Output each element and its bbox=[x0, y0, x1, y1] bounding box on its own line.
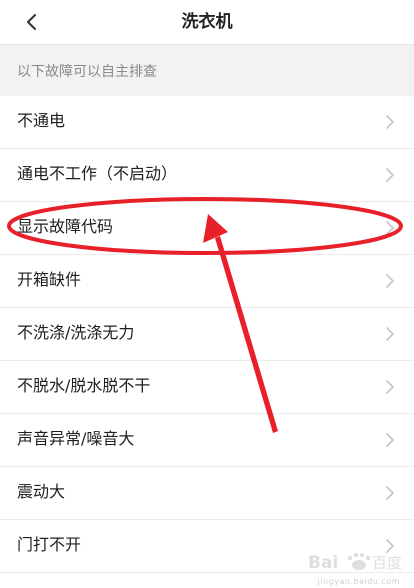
list-item-vibration[interactable]: 震动大 bbox=[0, 467, 414, 520]
list-item-label: 门打不开 bbox=[17, 535, 82, 554]
list-item-missing-parts[interactable]: 开箱缺件 bbox=[0, 255, 414, 308]
list-item-error-code[interactable]: 显示故障代码 bbox=[0, 202, 414, 255]
list-item-no-spin[interactable]: 不脱水/脱水脱不干 bbox=[0, 361, 414, 414]
list-item-abnormal-noise[interactable]: 声音异常/噪音大 bbox=[0, 414, 414, 467]
watermark-url: jingyan.baidu.com bbox=[317, 577, 400, 586]
list-item-label: 声音异常/噪音大 bbox=[17, 429, 135, 448]
list-item-label: 不洗涤/洗涤无力 bbox=[17, 323, 135, 342]
chevron-right-icon bbox=[386, 327, 394, 341]
list-item-label: 不脱水/脱水脱不干 bbox=[17, 376, 151, 395]
chevron-right-icon bbox=[386, 115, 394, 129]
chevron-right-icon bbox=[386, 168, 394, 182]
section-header: 以下故障可以自主排查 bbox=[0, 44, 414, 96]
fault-list: 不通电 通电不工作（不启动） 显示故障代码 开箱缺件 不洗涤/洗涤无力 不脱水/… bbox=[0, 96, 414, 573]
list-item-no-wash[interactable]: 不洗涤/洗涤无力 bbox=[0, 308, 414, 361]
list-item-label: 通电不工作（不启动） bbox=[17, 164, 178, 183]
baidu-watermark-logo: Bai 百度 bbox=[308, 552, 402, 573]
chevron-right-icon bbox=[386, 486, 394, 500]
list-item-label: 显示故障代码 bbox=[17, 217, 114, 236]
page-title: 洗衣机 bbox=[181, 12, 233, 32]
svg-text:百度: 百度 bbox=[372, 554, 402, 572]
list-item-no-power[interactable]: 不通电 bbox=[0, 96, 414, 149]
chevron-right-icon bbox=[386, 433, 394, 447]
chevron-right-icon bbox=[386, 221, 394, 235]
navigation-bar: 洗衣机 bbox=[0, 0, 414, 44]
svg-text:Bai: Bai bbox=[308, 553, 338, 573]
list-item-label: 不通电 bbox=[17, 111, 66, 130]
chevron-right-icon bbox=[386, 274, 394, 288]
list-item-label: 开箱缺件 bbox=[17, 270, 82, 289]
list-item-powered-not-working[interactable]: 通电不工作（不启动） bbox=[0, 149, 414, 202]
list-item-label: 震动大 bbox=[17, 482, 66, 501]
chevron-right-icon bbox=[386, 380, 394, 394]
